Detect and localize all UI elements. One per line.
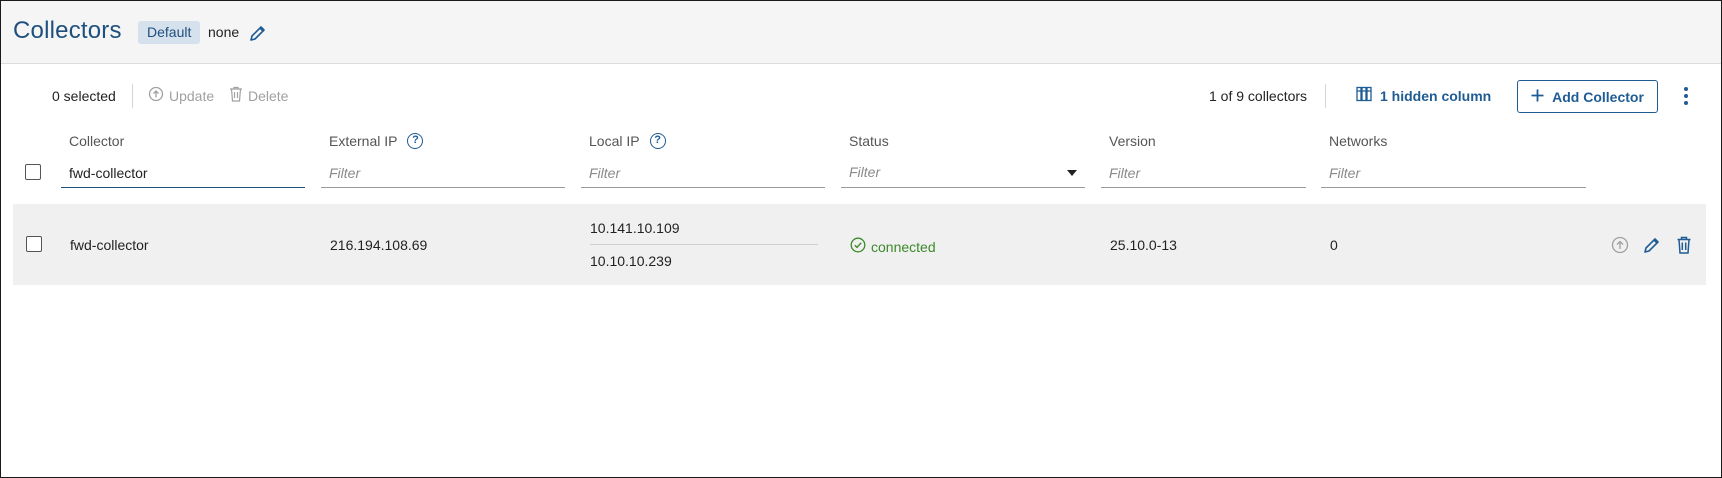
chevron-down-icon	[1067, 170, 1077, 176]
column-label: Local IP	[589, 133, 640, 149]
version-value: 25.10.0-13	[1110, 237, 1177, 253]
update-label: Update	[169, 87, 215, 104]
status-filter-placeholder: Filter	[849, 164, 881, 180]
select-all-checkbox[interactable]	[25, 164, 41, 180]
column-label: External IP	[329, 133, 398, 149]
column-label: Version	[1109, 133, 1156, 149]
page-title: Collectors	[13, 17, 122, 44]
selected-count: 0 selected	[52, 88, 116, 104]
local-ip-value: 10.10.10.239	[590, 253, 672, 269]
status-text: connected	[871, 238, 936, 255]
networks-filter-input[interactable]	[1321, 158, 1586, 188]
local-ip-value: 10.141.10.109	[590, 220, 680, 236]
delete-label: Delete	[248, 87, 289, 104]
upload-icon	[148, 86, 164, 105]
column-header-status[interactable]: Status	[849, 133, 889, 149]
status-filter-select[interactable]: Filter	[841, 158, 1085, 188]
hidden-columns-button[interactable]: 1 hidden column	[1356, 86, 1491, 105]
collector-filter-input[interactable]	[61, 158, 305, 188]
collector-count: 1 of 9 collectors	[1209, 88, 1308, 104]
networks-value: 0	[1330, 237, 1338, 253]
hidden-columns-label: 1 hidden column	[1380, 87, 1492, 104]
delete-button[interactable]: Delete	[229, 86, 288, 105]
default-tag: Default	[138, 21, 201, 44]
help-icon[interactable]: ?	[649, 133, 666, 149]
divider	[132, 84, 133, 108]
kebab-icon[interactable]	[1677, 84, 1695, 108]
toolbar: 0 selected Update Delete 1 of 9 collecto…	[0, 78, 1722, 114]
column-label: Collector	[69, 133, 125, 149]
ip-divider	[590, 244, 818, 245]
status-badge: connected	[850, 237, 936, 256]
local-ip-filter-input[interactable]	[581, 158, 825, 188]
column-header-external-ip[interactable]: External IP ?	[329, 133, 424, 149]
help-icon[interactable]: ?	[407, 133, 424, 149]
add-collector-button[interactable]: Add Collector	[1517, 80, 1658, 113]
upload-icon[interactable]	[1610, 235, 1630, 255]
trash-icon	[229, 86, 243, 105]
external-ip-value: 216.194.108.69	[330, 237, 428, 253]
column-header-networks[interactable]: Networks	[1329, 133, 1387, 149]
external-ip-filter-input[interactable]	[321, 158, 565, 188]
page-header: Collectors Default none	[1, 1, 1721, 64]
pencil-icon[interactable]	[248, 23, 268, 43]
columns-icon	[1356, 86, 1372, 105]
column-header-collector[interactable]: Collector	[69, 133, 124, 149]
trash-icon[interactable]	[1674, 235, 1694, 255]
column-label: Networks	[1329, 133, 1388, 149]
collector-name: fwd-collector	[70, 237, 149, 253]
tag-value: none	[208, 24, 240, 40]
add-collector-label: Add Collector	[1552, 88, 1644, 105]
divider	[1325, 84, 1326, 108]
row-checkbox[interactable]	[26, 236, 42, 252]
version-filter-input[interactable]	[1101, 158, 1306, 188]
plus-icon	[1531, 89, 1544, 105]
update-button[interactable]: Update	[148, 86, 214, 105]
column-label: Status	[849, 133, 889, 149]
pencil-icon[interactable]	[1642, 235, 1662, 255]
check-circle-icon	[850, 237, 866, 256]
column-header-local-ip[interactable]: Local IP ?	[589, 133, 666, 149]
column-header-version[interactable]: Version	[1109, 133, 1156, 149]
